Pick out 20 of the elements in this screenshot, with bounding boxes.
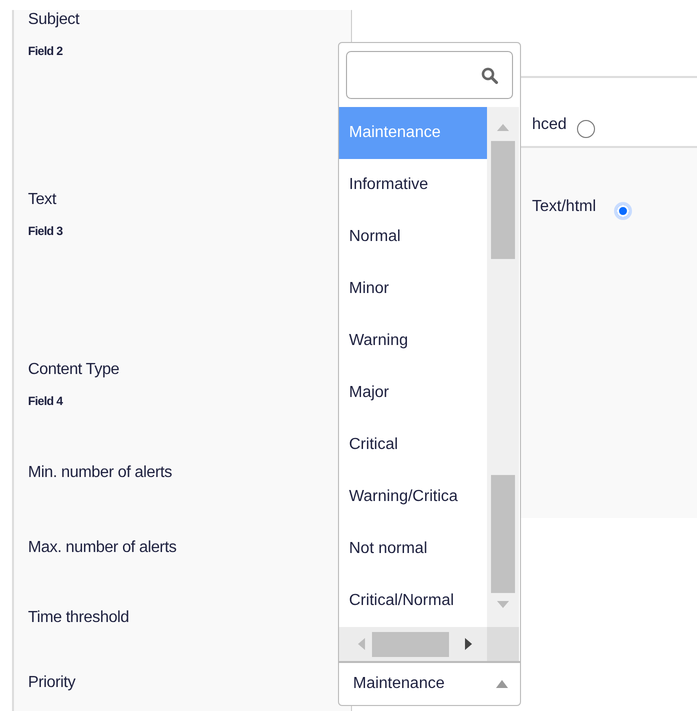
search-icon	[481, 66, 498, 84]
caret-icon	[496, 680, 508, 688]
vertical-scrollbar[interactable]	[487, 107, 519, 627]
field-label: Text	[28, 190, 56, 210]
field-label: Time threshold	[28, 608, 130, 628]
field-sublabel: Field 3	[28, 224, 63, 238]
field-sublabel: Field 2	[28, 44, 63, 58]
dropdown-select[interactable]: Maintenance	[339, 661, 520, 705]
field-label: Min. number of alerts	[28, 463, 172, 483]
radio-button[interactable]	[576, 120, 595, 138]
field-sublabel: Field 4	[28, 394, 63, 408]
field-label: Priority	[28, 673, 76, 693]
field-label: Subject	[28, 10, 80, 30]
horizontal-scrollbar[interactable]	[339, 627, 519, 661]
field-label: Max. number of alerts	[28, 538, 176, 558]
option-label: Text/html	[532, 198, 596, 216]
option-label: hced	[532, 116, 567, 134]
search-field[interactable]	[346, 51, 513, 99]
selected-value: Maintenance	[353, 675, 445, 693]
field-label: Content Type	[28, 360, 120, 380]
